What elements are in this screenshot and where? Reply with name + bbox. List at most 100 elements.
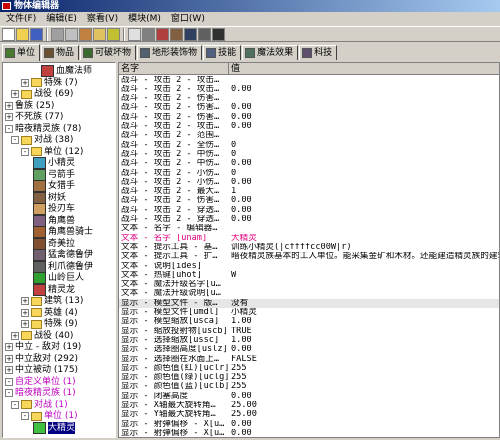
property-value[interactable]: 大精灵	[229, 234, 499, 243]
property-value[interactable]: 25.00	[229, 410, 499, 419]
item-tool-icon[interactable]	[142, 27, 155, 41]
table-row[interactable]: 文本 - 名字 [unam] 大精灵	[119, 234, 499, 243]
copy-icon[interactable]	[65, 27, 78, 41]
property-value[interactable]	[229, 131, 499, 140]
tree-node[interactable]: 女猎手	[33, 180, 75, 192]
tree-node[interactable]: 利爪德鲁伊	[33, 260, 93, 273]
table-row[interactable]: 显示 - 颜色值(红)[uclr] 255	[119, 364, 499, 373]
tab-3[interactable]: 地形装饰物	[137, 45, 203, 60]
table-row[interactable]: 显示 - Y轴最大旋转角… 25.00	[119, 410, 499, 419]
column-header-name[interactable]: 名字	[119, 63, 229, 75]
property-value[interactable]: 暗夜精灵族基本的工人单位。能采集金矿和木材。还能建造精灵族的建筑	[229, 252, 499, 261]
tree-expander-icon[interactable]: +	[21, 308, 29, 317]
table-row[interactable]: 战斗 - 攻击 2 - 穿透… 0.00	[119, 215, 499, 224]
property-value[interactable]: 没有	[229, 299, 499, 308]
tree-node[interactable]: + 鲁族 (25)	[5, 100, 54, 112]
property-value[interactable]: 0.00	[229, 178, 499, 187]
property-value[interactable]	[229, 289, 499, 298]
property-value[interactable]: 255	[229, 364, 499, 373]
table-row[interactable]: 战斗 - 攻击 2 - 攻击… 0.00	[119, 85, 499, 94]
property-value[interactable]: 1.00	[229, 317, 499, 326]
table-row[interactable]: 战斗 - 攻击 2 - 最大… 1	[119, 187, 499, 196]
table-row[interactable]: 文本 - 提示工具 - 基… 训练小精灵(|cffffcc00W|r)	[119, 243, 499, 252]
property-value[interactable]: 0.00	[229, 206, 499, 215]
property-value[interactable]	[229, 224, 499, 233]
tree-node[interactable]: 弓箭手	[33, 168, 75, 181]
tree-node[interactable]: - 自定义单位 (1)	[5, 376, 76, 388]
table-row[interactable]: 显示 - 选择圈高度[uslz] 0.00	[119, 345, 499, 354]
object-tree[interactable]: 血魔法师 + 特殊 (7) + 战役 (69) + 鲁族 (25) + 不死族 (77) - 暗夜精…	[2, 62, 116, 438]
tree-node[interactable]: + 英雄 (4)	[21, 307, 78, 319]
property-value[interactable]: 0.00	[229, 215, 499, 224]
table-row[interactable]: 战斗 - 攻击 2 - 全伤… 0	[119, 141, 499, 150]
table-row[interactable]: 显示 - 选择缩放[ussc] 1.00	[119, 336, 499, 345]
property-value[interactable]: 0.00	[229, 159, 499, 168]
tree-node[interactable]: + 特殊 (9)	[21, 318, 78, 330]
property-value[interactable]	[229, 262, 499, 271]
property-value[interactable]: 1	[229, 187, 499, 196]
tree-node[interactable]: 大精灵	[33, 421, 76, 434]
table-row[interactable]: 文本 - 魔法升级说明[u…	[119, 289, 499, 298]
table-row[interactable]: 显示 - 射弹偏移 - X[u… 0.00	[119, 429, 499, 437]
tab-5[interactable]: 魔法效果	[242, 45, 299, 60]
property-value[interactable]: 0.00	[229, 122, 499, 131]
tree-expander-icon[interactable]: +	[5, 366, 13, 374]
property-value[interactable]: 0	[229, 150, 499, 159]
table-row[interactable]: 显示 - 颜色值(绿)[uclg] 255	[119, 373, 499, 382]
tree-expander-icon[interactable]: +	[21, 297, 29, 305]
tab-4[interactable]: 技能	[203, 45, 242, 60]
property-value[interactable]: 0.00	[229, 420, 499, 429]
tree-node[interactable]: - 单位 (1)	[21, 410, 78, 422]
menu-item[interactable]: 察看(V)	[83, 12, 122, 26]
table-row[interactable]: 显示 - 模型文件[umdl] 小精灵	[119, 308, 499, 317]
new-file-icon[interactable]	[2, 27, 15, 41]
upgrade-tool-icon[interactable]	[212, 27, 225, 41]
tree-node[interactable]: 奇美拉	[33, 237, 75, 250]
doodad-tool-icon[interactable]	[170, 27, 183, 41]
property-value[interactable]: 0.00	[229, 429, 499, 437]
tree-node[interactable]: - 暗夜精灵族 (1)	[5, 387, 76, 399]
table-row[interactable]: 显示 - 颜色值(蓝)[uclb] 255	[119, 382, 499, 391]
tab-2[interactable]: 可破坏物	[80, 45, 137, 60]
table-row[interactable]: 显示 - 闭塞高度 0.00	[119, 392, 499, 401]
tree-node[interactable]: + 建筑 (13)	[21, 295, 83, 307]
property-value[interactable]: TRUE	[229, 327, 499, 336]
property-value[interactable]: 0.00	[229, 85, 499, 94]
tree-expander-icon[interactable]: -	[5, 389, 13, 397]
tree-node[interactable]: 猛禽德鲁伊	[33, 249, 93, 261]
tree-node[interactable]: - 单位 (12)	[21, 146, 83, 158]
table-row[interactable]: 显示 - 模型文件 - 版… 没有	[119, 298, 499, 308]
table-row[interactable]: 文本 - 魔法升级名字[u…	[119, 280, 499, 289]
menu-item[interactable]: 模块(M)	[124, 12, 165, 26]
tree-expander-icon[interactable]: +	[21, 78, 29, 87]
property-value[interactable]: FALSE	[229, 355, 499, 364]
table-row[interactable]: 战斗 - 攻击 2 - 小伤… 0	[119, 169, 499, 178]
property-value[interactable]: 255	[229, 382, 499, 391]
table-row[interactable]: 战斗 - 攻击 2 - 范围…	[119, 131, 499, 140]
property-value[interactable]: 训练小精灵(|cffffcc00W|r)	[229, 243, 499, 252]
tree-expander-icon[interactable]: +	[21, 320, 29, 328]
tree-expander-icon[interactable]: -	[5, 377, 13, 386]
tree-node[interactable]: 角鹰兽骑士	[33, 226, 93, 238]
property-value[interactable]: W	[229, 271, 499, 280]
tree-node[interactable]: 精灵龙	[33, 283, 75, 296]
buff-tool-icon[interactable]	[198, 27, 211, 41]
tree-expander-icon[interactable]: +	[11, 90, 19, 98]
paste-icon[interactable]	[79, 27, 92, 41]
tree-expander-icon[interactable]: +	[5, 113, 13, 121]
tree-expander-icon[interactable]: +	[11, 331, 19, 340]
tree-expander-icon[interactable]: -	[5, 124, 13, 133]
tab-1[interactable]: 物品	[41, 45, 80, 60]
table-row[interactable]: 显示 - 模型缩放[usca] 1.00	[119, 317, 499, 326]
tree-expander-icon[interactable]: -	[11, 136, 19, 144]
open-folder-icon[interactable]	[16, 27, 29, 41]
table-row[interactable]: 战斗 - 攻击 2 - 伤害… 0.00	[119, 103, 499, 112]
tree-node[interactable]: - 暗夜精灵族 (78)	[5, 123, 81, 135]
tree-node[interactable]: 山岭巨人	[33, 272, 84, 284]
tree-node[interactable]: - 对战 (38)	[11, 134, 73, 146]
tree-node[interactable]: 血魔法师	[41, 65, 92, 77]
table-row[interactable]: 战斗 - 攻击 2 - 伤害… 0.00	[119, 196, 499, 205]
destructible-tool-icon[interactable]	[156, 27, 169, 41]
tab-6[interactable]: 科技	[299, 45, 338, 60]
tree-node[interactable]: 小精灵	[33, 157, 75, 169]
